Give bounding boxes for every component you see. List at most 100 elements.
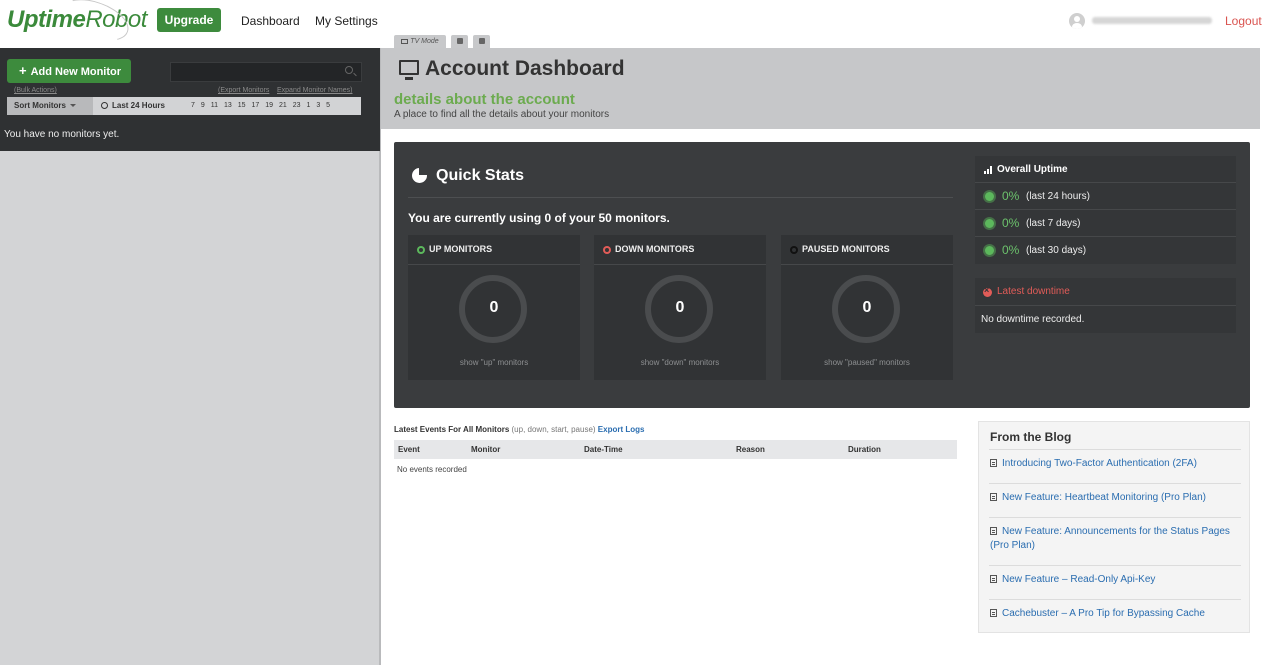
export-monitors-link[interactable]: (Export Monitors	[218, 87, 269, 94]
bulk-actions-link[interactable]: (Bulk Actions)	[14, 87, 57, 94]
twitter-tab[interactable]	[451, 35, 468, 48]
user-avatar-icon[interactable]	[1069, 13, 1085, 29]
monitor-search-input[interactable]	[170, 62, 362, 82]
blog-panel: From the Blog Introducing Two-Factor Aut…	[978, 421, 1250, 633]
hour-tick: 17	[251, 102, 260, 109]
export-logs-link[interactable]: Export Logs	[598, 425, 645, 434]
up-status-icon	[417, 246, 425, 254]
overall-uptime-header: Overall Uptime	[975, 156, 1236, 183]
hour-tick: 21	[278, 102, 287, 109]
uptime-status-icon	[985, 246, 994, 255]
tv-icon	[401, 39, 409, 44]
blog-post-link[interactable]: New Feature: Heartbeat Monitoring (Pro P…	[990, 491, 1240, 505]
column-header: Duration	[848, 445, 881, 454]
hour-tick: 5	[326, 102, 331, 109]
events-table-header: Event Monitor Date-Time Reason Duration	[394, 440, 957, 459]
blog-post-link[interactable]: Cachebuster – A Pro Tip for Bypassing Ca…	[990, 607, 1240, 621]
blog-post-title: Cachebuster – A Pro Tip for Bypassing Ca…	[1002, 608, 1205, 619]
tv-mode-label: TV Mode	[410, 38, 439, 45]
facebook-tab[interactable]	[473, 35, 490, 48]
show-paused-monitors-link[interactable]: show "paused" monitors	[781, 358, 953, 367]
clock-icon	[101, 102, 108, 109]
hour-tick: 15	[237, 102, 246, 109]
show-up-monitors-link[interactable]: show "up" monitors	[408, 358, 580, 367]
up-monitors-card: UP MONITORS 0 show "up" monitors	[408, 235, 580, 380]
hour-tick: 23	[292, 102, 301, 109]
down-status-icon	[603, 246, 611, 254]
uptime-row: 0% (last 24 hours)	[975, 183, 1236, 210]
sidebar: + Add New Monitor (Bulk Actions) (Export …	[0, 48, 381, 665]
no-events-message: No events recorded	[397, 465, 467, 474]
document-icon	[990, 493, 997, 501]
divider	[989, 565, 1241, 566]
expand-monitor-names-link[interactable]: Expand Monitor Names)	[277, 87, 352, 94]
uptime-row: 0% (last 30 days)	[975, 237, 1236, 264]
nav-settings-link[interactable]: My Settings	[315, 14, 378, 28]
twitter-icon	[456, 38, 463, 44]
document-icon	[990, 575, 997, 583]
stat-card-header: DOWN MONITORS	[594, 235, 766, 265]
pie-chart-icon	[412, 168, 427, 183]
logout-link[interactable]: Logout	[1225, 14, 1262, 28]
overall-uptime-title: Overall Uptime	[997, 164, 1068, 175]
bar-chart-icon	[984, 166, 993, 174]
stat-card-header: PAUSED MONITORS	[781, 235, 953, 265]
search-icon	[345, 66, 353, 74]
overall-uptime-card: Overall Uptime 0% (last 24 hours) 0% (la…	[975, 156, 1236, 264]
events-title: Latest Events For All Monitors	[394, 425, 510, 434]
column-header: Date-Time	[584, 445, 623, 454]
blog-post-link[interactable]: Introducing Two-Factor Authentication (2…	[990, 457, 1240, 471]
latest-downtime-title: Latest downtime	[997, 286, 1070, 297]
plus-icon: +	[19, 63, 27, 78]
paused-monitors-count: 0	[862, 299, 872, 316]
hour-tick: 7	[191, 102, 195, 109]
hour-tick: 3	[316, 102, 321, 109]
page-description: A place to find all the details about yo…	[394, 109, 610, 120]
top-navbar: UptimeRobot Upgrade Dashboard My Setting…	[0, 0, 1268, 49]
period-label: Last 24 Hours	[112, 101, 165, 110]
no-downtime-message: No downtime recorded.	[981, 314, 1085, 325]
document-icon	[990, 527, 997, 535]
add-new-monitor-button[interactable]: + Add New Monitor	[7, 59, 131, 83]
divider	[408, 197, 953, 198]
period-selector[interactable]: Last 24 Hours	[101, 97, 165, 115]
uptime-percent: 0%	[1002, 243, 1020, 257]
latest-downtime-card: Latest downtime No downtime recorded.	[975, 278, 1236, 333]
sort-monitors-label: Sort Monitors	[14, 101, 66, 110]
uptime-status-icon	[985, 219, 994, 228]
hour-tick: 19	[265, 102, 273, 109]
stat-card-label: PAUSED MONITORS	[802, 244, 890, 254]
blog-post-title: New Feature: Announcements for the Statu…	[990, 526, 1230, 551]
events-subtitle: (up, down, start, pause)	[511, 425, 596, 434]
nav-dashboard-link[interactable]: Dashboard	[241, 14, 300, 28]
uptime-range: (last 24 hours)	[1026, 191, 1090, 202]
paused-status-icon	[790, 246, 798, 254]
uptime-status-icon	[985, 192, 994, 201]
document-icon	[990, 609, 997, 617]
tv-mode-tab[interactable]: TV Mode	[394, 35, 446, 48]
hour-tick: 11	[210, 102, 218, 109]
caret-down-icon	[70, 104, 76, 108]
divider	[989, 483, 1241, 484]
sort-bar: Sort Monitors Last 24 Hours 7 9 11 13 15…	[7, 97, 361, 115]
blog-title: From the Blog	[990, 430, 1072, 444]
upgrade-button[interactable]: Upgrade	[157, 8, 221, 32]
no-monitors-message: You have no monitors yet.	[4, 129, 120, 140]
column-header: Reason	[736, 445, 765, 454]
hour-scale: 7 9 11 13 15 17 19 21 23 1 3 5	[191, 97, 334, 115]
blog-post-link[interactable]: New Feature – Read-Only Api-Key	[990, 573, 1240, 587]
blog-post-title: New Feature: Heartbeat Monitoring (Pro P…	[1002, 492, 1206, 503]
uptime-range: (last 7 days)	[1026, 218, 1081, 229]
page-title: Account Dashboard	[425, 57, 625, 80]
sort-monitors-dropdown[interactable]: Sort Monitors	[7, 97, 93, 115]
show-down-monitors-link[interactable]: show "down" monitors	[594, 358, 766, 367]
divider	[989, 599, 1241, 600]
user-email-redacted	[1092, 17, 1212, 24]
blog-post-link[interactable]: New Feature: Announcements for the Statu…	[990, 525, 1240, 553]
hour-tick: 1	[306, 102, 311, 109]
alert-circle-icon	[983, 285, 992, 297]
facebook-icon	[478, 38, 485, 44]
column-header: Event	[398, 445, 420, 454]
monitor-usage-text: You are currently using 0 of your 50 mon…	[408, 211, 670, 225]
up-monitors-count: 0	[489, 299, 499, 316]
